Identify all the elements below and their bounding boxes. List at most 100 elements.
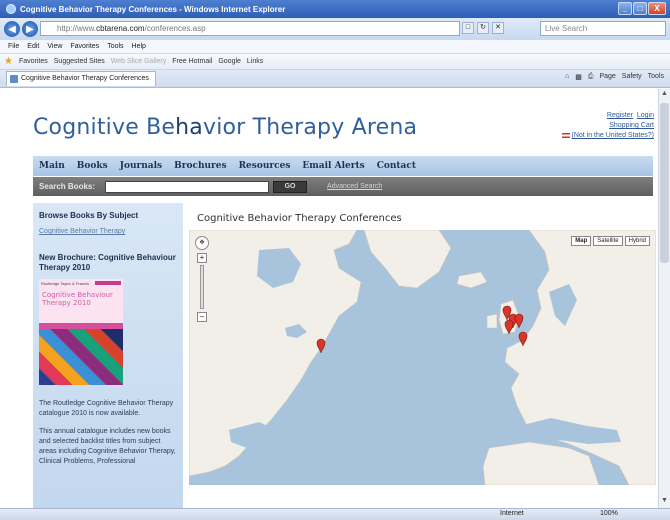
nav-brochures[interactable]: Brochures [174, 161, 226, 171]
url-field[interactable]: http://www.cbtarena.com/conferences.asp [40, 21, 460, 36]
scroll-down-icon[interactable]: ▼ [660, 497, 669, 507]
map-pan-control[interactable]: ✥ [195, 236, 209, 250]
catalogue-text-2: This annual catalogue includes new books… [39, 428, 176, 465]
zoom-level[interactable]: 100% [600, 510, 618, 517]
cmd-tools[interactable]: Tools [648, 73, 664, 81]
map-title: Cognitive Behavior Therapy Conferences [197, 213, 402, 224]
site-title-part2: ha [175, 115, 203, 140]
security-zone: Internet [500, 510, 524, 517]
browse-heading: Browse Books By Subject [39, 211, 139, 220]
forward-button[interactable]: ▶ [22, 21, 38, 37]
menu-view[interactable]: View [47, 43, 62, 50]
refresh-icon[interactable]: ↻ [477, 22, 489, 34]
window-buttons: _ □ X [618, 2, 666, 15]
compat-view-icon[interactable]: □ [462, 22, 474, 34]
brochure-title: Cognitive Behaviour Therapy 2010 [42, 291, 113, 307]
url-domain: cbtarena.com [96, 24, 145, 33]
search-go-button[interactable]: GO [273, 180, 308, 193]
menu-favorites[interactable]: Favorites [70, 43, 99, 50]
nav-main[interactable]: Main [39, 161, 65, 171]
menu-edit[interactable]: Edit [27, 43, 39, 50]
url-suffix: /conferences.asp [144, 24, 206, 33]
favorites-star-icon[interactable]: ★ [4, 56, 13, 67]
us-flag-icon [561, 132, 570, 138]
fav-link-4[interactable]: Google [218, 58, 241, 65]
back-button[interactable]: ◀ [4, 21, 20, 37]
shopping-cart-link[interactable]: Shopping Cart [609, 122, 654, 129]
advanced-search-link[interactable]: Advanced Search [327, 183, 382, 190]
page-viewport: Cognitive Behavior Therapy Arena Registe… [0, 89, 658, 508]
url-actions: □ ↻ ✕ [462, 22, 504, 34]
region-link[interactable]: (Not in the United States?) [572, 132, 655, 139]
menu-file[interactable]: File [8, 43, 19, 50]
menu-help[interactable]: Help [132, 43, 146, 50]
account-links: Register Login Shopping Cart (Not in the… [561, 111, 655, 141]
zoom-out-button[interactable]: – [197, 312, 207, 322]
address-bar: ◀ ▶ http://www.cbtarena.com/conferences.… [0, 18, 670, 40]
ireland-shape [486, 313, 498, 329]
iceland-shape [456, 271, 488, 289]
window-title: Cognitive Behavior Therapy Conferences -… [20, 4, 286, 14]
site-title-part1: Cognitive Be [33, 115, 176, 140]
nav-resources[interactable]: Resources [239, 161, 291, 171]
fav-link-5[interactable]: Links [247, 58, 263, 65]
subject-link-cbt[interactable]: Cognitive Behavior Therapy [39, 228, 177, 235]
fav-link-1[interactable]: Suggested Sites [54, 58, 105, 65]
url-prefix: http://www. [57, 24, 97, 33]
site-title-part3: vior Therapy Arena [202, 115, 418, 140]
site-title: Cognitive Behavior Therapy Arena [33, 115, 417, 140]
print-icon[interactable]: ⎙ [588, 73, 594, 81]
brochure-heading: New Brochure: Cognitive Behaviour Therap… [39, 253, 176, 272]
menu-bar: File Edit View Favorites Tools Help [0, 40, 670, 54]
ie-logo-icon [6, 4, 16, 14]
map-canvas [189, 230, 656, 485]
command-bar: ⌂ ▩ ⎙ Page Safety Tools [565, 73, 664, 81]
vertical-scrollbar[interactable]: ▲ ▼ [658, 89, 670, 508]
map-type-map[interactable]: Map [571, 236, 592, 246]
register-link[interactable]: Register [607, 112, 633, 119]
tab-conferences[interactable]: Cognitive Behavior Therapy Conferences [6, 71, 156, 86]
window-titlebar: Cognitive Behavior Therapy Conferences -… [0, 0, 670, 18]
scroll-thumb[interactable] [660, 103, 669, 263]
menu-tools[interactable]: Tools [107, 43, 123, 50]
brochure-mosaic [39, 329, 123, 385]
favorites-bar: ★ Favorites Suggested Sites Web Slice Ga… [0, 54, 670, 70]
zoom-slider[interactable] [200, 265, 204, 309]
cmd-safety[interactable]: Safety [622, 73, 642, 81]
main-nav: Main Books Journals Brochures Resources … [33, 156, 653, 176]
greenland-shape [363, 230, 452, 289]
nav-journals[interactable]: Journals [120, 161, 162, 171]
map-type-hybrid[interactable]: Hybrid [624, 236, 650, 246]
close-button[interactable]: X [648, 2, 666, 15]
minimize-button[interactable]: _ [618, 2, 632, 15]
search-books-input[interactable] [105, 180, 270, 193]
browser-search-input[interactable]: Live Search [540, 21, 666, 36]
catalogue-text-1: The Routledge Cognitive Behavior Therapy… [39, 400, 174, 417]
sidebar: Browse Books By Subject Cognitive Behavi… [33, 203, 183, 508]
favorites-button[interactable]: Favorites [19, 58, 48, 65]
map-type-selector: Map Satellite Hybrid [571, 236, 650, 246]
feeds-icon[interactable]: ▩ [575, 73, 582, 81]
scroll-up-icon[interactable]: ▲ [660, 90, 669, 100]
brochure-publisher: Routledge Taylor & Francis [41, 281, 89, 286]
conference-map[interactable]: ✥ + – Map Satellite Hybrid [189, 230, 656, 485]
nav-books[interactable]: Books [77, 161, 108, 171]
zoom-in-button[interactable]: + [197, 253, 207, 263]
map-type-satellite[interactable]: Satellite [593, 236, 623, 246]
nav-contact[interactable]: Contact [377, 161, 416, 171]
fav-link-2[interactable]: Web Slice Gallery [111, 58, 167, 65]
stop-icon[interactable]: ✕ [492, 22, 504, 34]
login-link[interactable]: Login [637, 112, 654, 119]
cmd-page[interactable]: Page [599, 73, 615, 81]
conference-markers [316, 305, 528, 354]
brochure-cover-image[interactable]: Routledge Taylor & Francis Cognitive Beh… [39, 279, 123, 385]
map-controls: ✥ + – [195, 236, 209, 322]
nav-email-alerts[interactable]: Email Alerts [302, 161, 364, 171]
brochure-bar [95, 281, 121, 285]
book-search-bar: Search Books: GO Advanced Search [33, 177, 653, 196]
home-icon[interactable]: ⌂ [565, 73, 569, 81]
status-bar: Internet 100% [0, 508, 670, 520]
maximize-button[interactable]: □ [633, 2, 647, 15]
fav-link-3[interactable]: Free Hotmail [172, 58, 212, 65]
search-books-label: Search Books: [39, 182, 96, 191]
